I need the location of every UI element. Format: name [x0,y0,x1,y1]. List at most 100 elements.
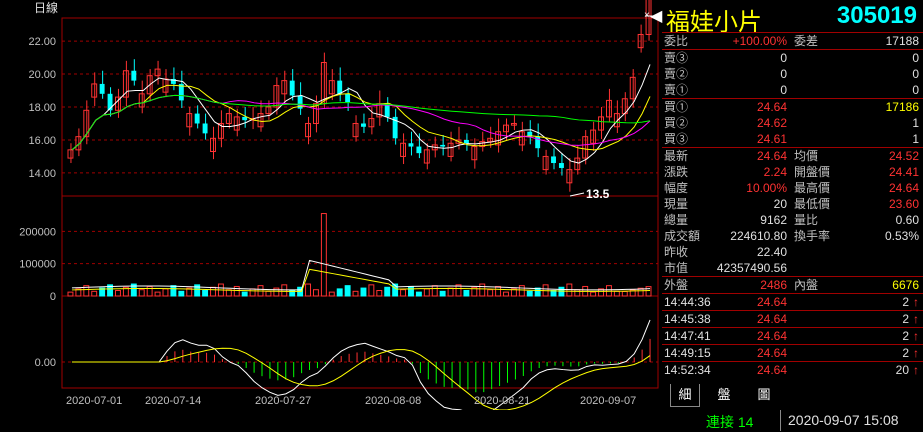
buy-price: 24.62 [756,116,787,130]
sell-row: 賣① 0 0 [662,82,923,98]
buy-price: 24.61 [756,132,787,146]
candle-body [337,80,343,94]
volume-bar [328,291,335,297]
candle-body [138,93,145,108]
tick-price: 24.64 [756,346,787,360]
volume-bar [518,285,525,297]
candle-body [463,139,469,144]
volume-bar [415,291,422,297]
candle-body [558,163,564,168]
price-tick-label: 18.00 [28,102,56,114]
quote-panel: × ◀ 福娃小片 305019 委比 +100.00% 委差 17188 賣③ 0 0 賣② 0… [644,0,923,431]
volume-bar [431,285,438,297]
quote-label-2: 換手率 [794,229,831,243]
volume-bar [574,289,581,297]
quote-value: 2.24 [763,165,787,179]
chart-border [61,17,659,389]
connection-status: 連接 14 [706,414,754,430]
volume-bar [249,288,256,297]
sell-label: 賣① [664,83,689,97]
tick-price: 24.64 [756,312,787,326]
chart-period-label: 日線 [34,0,58,15]
volume-bar [447,287,454,297]
volume-bar [526,290,533,297]
volume-bar [400,289,407,297]
candle-body [384,103,390,117]
panel-tabs: 細 盤 圖 [662,384,923,408]
tick-time: 14:52:34 [664,363,711,377]
volume-bar [154,291,161,297]
tick-price: 24.64 [756,295,787,309]
volume-bar [344,285,351,297]
buy-label: 買① [664,100,689,114]
tab-detail[interactable]: 細 [670,384,700,407]
volume-bar [162,288,169,297]
date-label: 2020-08-21 [474,395,530,407]
volume-bar [423,288,430,297]
volume-bar [138,289,145,297]
quote-label-2: 量比 [794,213,819,227]
quote-value-2: 23.60 [888,197,919,211]
tick-volume: 2 [902,312,909,326]
date-label: 2020-08-08 [365,395,421,407]
indicator-tick-label: 0.00 [35,357,56,369]
volume-bar [352,290,359,297]
volume-series [67,213,652,297]
tab-chart[interactable]: 圖 [750,384,778,406]
volume-bar [91,290,98,297]
volume-bar [241,291,248,297]
volume-bar [281,284,288,297]
moving-average-line [71,94,651,151]
volume-bar [645,286,652,297]
prev-stock-arrow-icon[interactable]: ◀ [650,6,662,26]
candle-body [408,143,414,147]
moving-average-lines [71,64,651,164]
buy-label: 買② [664,116,689,130]
buy-row: 買② 24.62 1 [662,115,923,131]
quote-value: 224610.80 [730,229,787,243]
candle-body [194,113,200,124]
candlestick-chart-area[interactable]: 22.00 20.00 18.00 16.00 14.00 日線 200000 100000 0… [0,0,662,410]
volume-bar [534,287,541,297]
volume-bar [170,285,177,297]
buy-label: 買③ [664,132,689,146]
tick-direction-icon: ↑ [913,329,919,343]
sell-price: 0 [780,51,787,65]
volume-bar [503,291,509,297]
tick-direction-icon: ↑ [913,312,919,326]
volume-bar [487,289,494,297]
sell-label: 賣③ [664,51,689,65]
order-diff-value: 17188 [885,34,919,48]
volume-bar [613,290,620,297]
volume-bar [210,286,216,297]
volume-bar [115,290,121,297]
quote-label-2: 開盤價 [794,165,831,179]
tick-price: 24.64 [756,329,787,343]
quote-value-2: 0.53% [884,229,919,243]
volume-bar [479,283,486,297]
volume-bar [590,291,597,297]
sell-price: 0 [780,67,787,81]
quote-row: 市值 42357490.56 [662,260,923,276]
volume-bar [146,285,153,297]
stock-title: × ◀ 福娃小片 305019 [644,0,923,36]
volume-bar [439,290,446,297]
volume-tick-label: 200000 [19,226,56,238]
sell-volume: 0 [912,83,919,97]
candle-body [131,70,137,81]
volume-bar [558,286,565,297]
candle-body [99,83,105,94]
tab-book[interactable]: 盤 [710,384,738,406]
volume-bar [368,284,375,297]
tick-direction-icon: ↑ [913,295,919,309]
close-icon[interactable]: × [644,10,650,21]
buy-volume: 17186 [885,100,919,114]
price-tick-label: 14.00 [28,168,56,180]
quote-label: 總量 [664,213,689,227]
volume-bar [495,285,502,297]
quote-label: 市值 [664,261,689,275]
date-label: 2020-09-07 [580,395,636,407]
inner-label: 內盤 [794,278,819,292]
candle-body [551,156,556,164]
candle-body [289,80,295,96]
